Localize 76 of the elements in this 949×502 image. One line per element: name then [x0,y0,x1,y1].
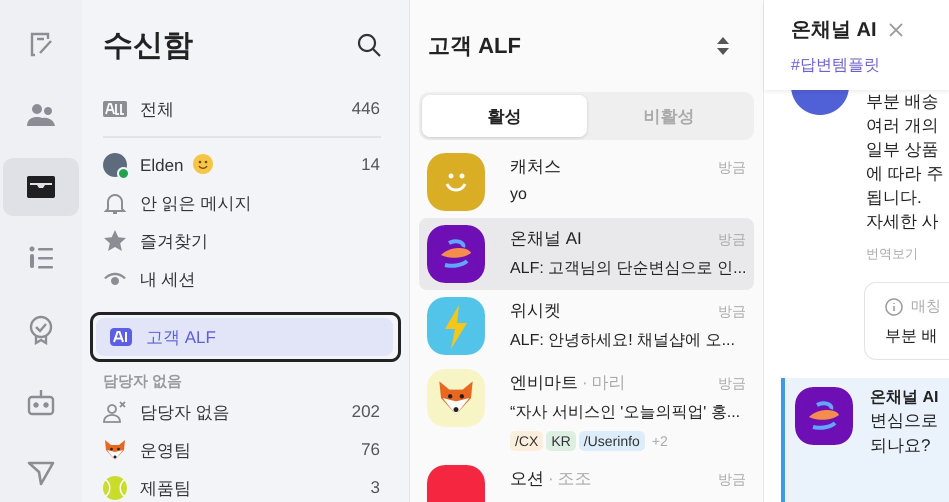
eye-icon [103,271,127,287]
match-text: 부분 배 [885,327,938,347]
assignee-name: 마리 [592,372,626,394]
fox-icon [103,438,127,462]
search-icon[interactable] [357,33,381,57]
message-line: 일부 상품 [866,139,940,161]
sort-icon[interactable] [716,36,730,56]
inbox-item[interactable]: 내 세션 [90,260,395,298]
lightning-logo [427,297,485,355]
list-title: 고객 ALF [428,32,521,60]
robot-icon [27,388,55,416]
time-label: 방금 [718,375,746,393]
message-line: 자세한 사 [866,211,940,233]
more-tags-count: +2 [652,433,668,449]
conversation-item[interactable]: 캐처스 방금 yo [419,146,754,218]
message-preview: “자사 서비스인 '오늘의픽업' 홍... [510,403,742,423]
separator-dot: · [582,373,588,393]
swirl-logo [427,225,485,283]
badge-check-icon [28,315,54,346]
message-line: 부분 배송 [866,91,940,113]
inbox-item[interactable]: 운영팀 76 [90,431,395,469]
message-preview: ALF: 고객님의 단순변심으로 인... [510,259,746,279]
message-line: 됩니다. [866,187,923,209]
swirl-logo [795,387,853,445]
inbox-item[interactable]: 제품팀 3 [90,469,395,502]
inbox-item[interactable]: Elden 14 [90,146,395,184]
people-icon [25,102,57,128]
inbox-item[interactable]: 즐겨찾기 [90,222,395,260]
chat-title: 온채널 AI [791,18,877,43]
conversation-item[interactable]: 온채널 AI 방금 ALF: 고객님의 단순변심으로 인... [419,218,754,290]
contact-name: 온채널 AI [510,228,582,250]
conversation-item[interactable]: 엔비마트 · 마리 방금 “자사 서비스인 '오늘의픽업' 홍... /CX KR /Userinfo +2 [419,362,754,458]
info-icon [885,298,903,316]
time-label: 방금 [718,231,746,249]
assignee-name: 조조 [558,468,592,490]
tag-label: KR [546,431,576,451]
close-icon[interactable] [888,22,903,36]
tennis-ball-icon [103,476,127,500]
ai-icon [110,328,132,346]
time-label: 방금 [718,471,746,489]
inbox-title: 수신함 [103,28,193,64]
conversation-item[interactable]: 오션 · 조조 방금 [419,458,754,502]
section-heading: 담당자 없음 [102,372,184,392]
smile-logo [427,153,485,211]
contact-name: 엔비마트 [510,372,578,394]
nav-button[interactable] [3,158,79,216]
message-preview: ALF: 안녕하세요! 채널샵에 오... [510,331,736,351]
match-label: 매칭 [911,297,941,316]
reply-line: 변심으로 [870,410,938,432]
time-label: 방금 [718,303,746,321]
tag-label: /Userinfo [578,431,645,451]
person-x-icon [103,401,127,423]
bell-icon [103,191,127,215]
message-line: 에 따라 주 [866,163,944,185]
template-link[interactable]: #답변템플릿 [791,55,949,76]
conversation-item[interactable]: 위시켓 방금 ALF: 안녕하세요! 채널샵에 오... [419,290,754,362]
inbox-item[interactable]: 전체 446 [90,90,395,128]
contact-name: 오션 [510,468,544,490]
reply-line: 되나요? [870,435,932,457]
star-icon [103,229,127,253]
filter-tab[interactable]: 활성 [422,95,586,137]
smiley-icon [193,154,214,174]
reply-author: 온채널 AI [870,388,938,408]
all-icon [103,101,127,117]
send-icon [27,460,55,486]
tag-label: /CX [510,431,544,451]
inbox-item[interactable]: 안 읽은 메시지 [90,184,395,222]
inbox-icon [27,176,55,198]
inbox-item[interactable]: 고객 ALF [96,318,393,356]
inbox-item[interactable]: 담당자 없음 202 [90,393,395,431]
time-label: 방금 [718,159,746,177]
contact-name: 캐처스 [510,156,561,178]
message-line: 여러 개의 [866,115,940,137]
contact-name: 위시켓 [510,300,561,322]
separator-dot: · [548,469,554,489]
message-preview: yo [510,186,528,204]
